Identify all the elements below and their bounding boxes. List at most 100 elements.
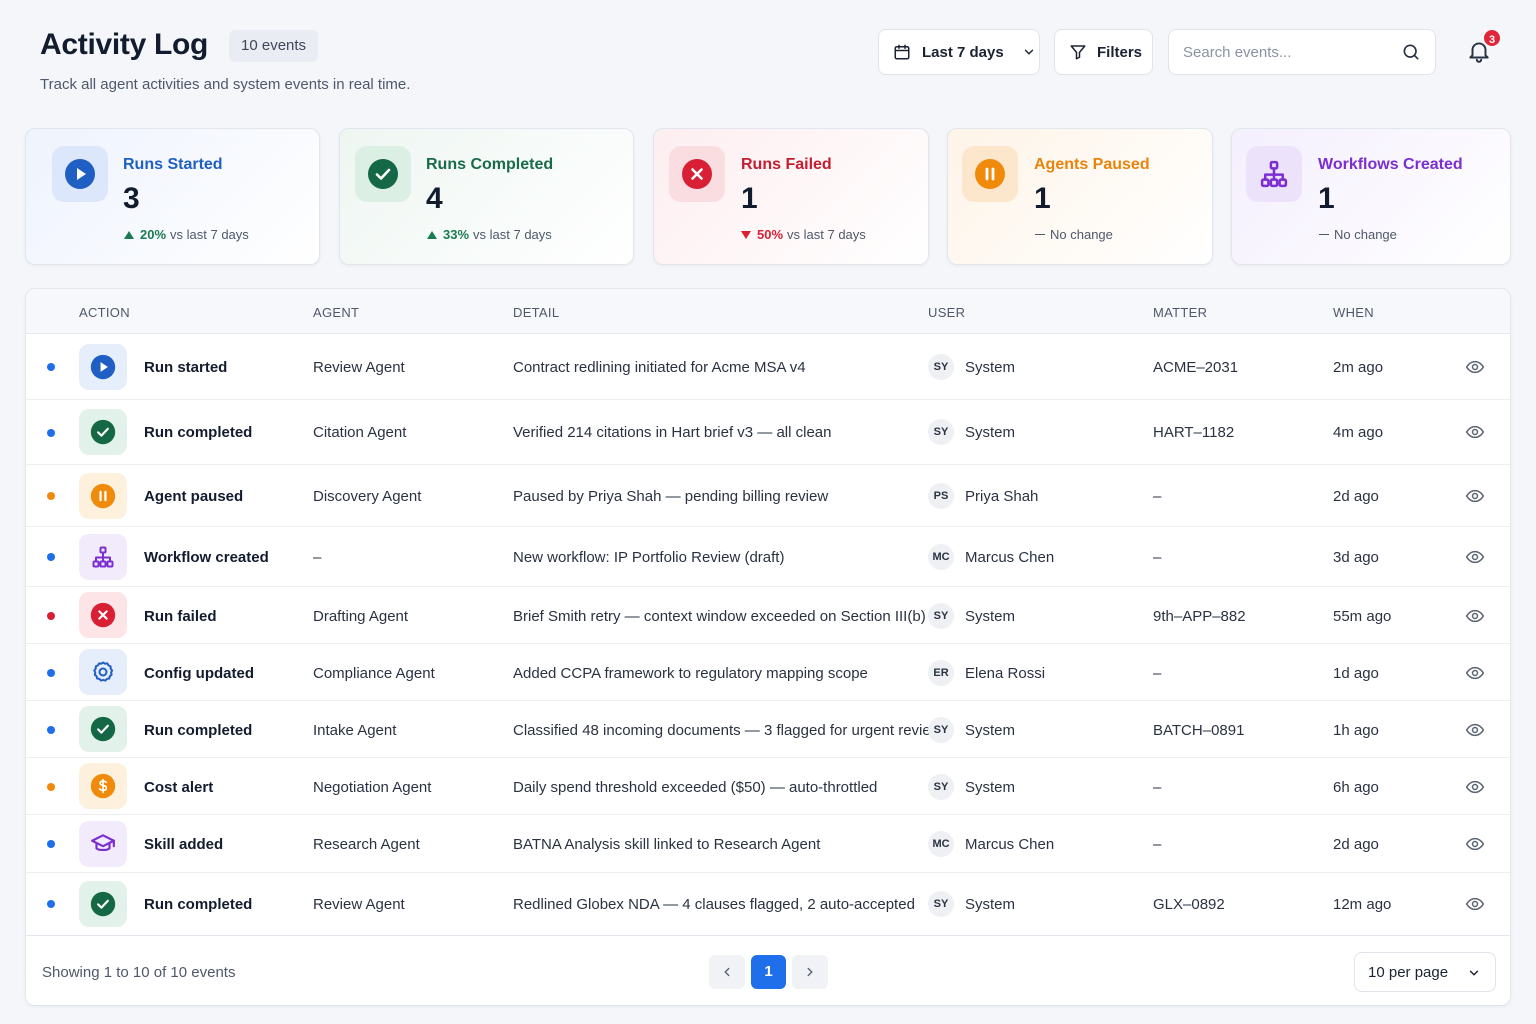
page-button-current[interactable]: 1 <box>751 955 786 989</box>
stat-cards: Runs Started 3 20% vs last 7 days Runs Co… <box>25 128 1511 265</box>
status-dot <box>47 429 55 437</box>
search-icon[interactable] <box>1401 42 1421 62</box>
next-page-button[interactable] <box>792 955 828 989</box>
graduation-cap-icon <box>79 821 127 867</box>
date-range-label: Last 7 days <box>922 43 1004 61</box>
search-input[interactable] <box>1183 30 1383 74</box>
avatar: MC <box>928 544 954 570</box>
row-when: 6h ago <box>1333 779 1379 796</box>
play-icon <box>79 344 127 390</box>
stat-title: Workflows Created <box>1318 156 1463 173</box>
stat-value: 1 <box>1034 182 1051 215</box>
row-user: Marcus Chen <box>965 836 1055 853</box>
workflow-icon <box>1246 146 1302 202</box>
stat-trend: 20% vs last 7 days <box>124 227 249 242</box>
table-row[interactable]: Workflow created – New workflow: IP Port… <box>26 527 1510 587</box>
table-row[interactable]: Run started Review Agent Contract redlin… <box>26 334 1510 400</box>
stat-card-agents-paused[interactable]: Agents Paused 1 No change <box>947 128 1213 265</box>
row-user: System <box>965 424 1016 441</box>
table-row[interactable]: Cost alert Negotiation Agent Daily spend… <box>26 758 1510 815</box>
row-detail: Brief Smith retry — context window excee… <box>513 608 926 625</box>
date-range-dropdown[interactable]: Last 7 days <box>878 29 1040 75</box>
avatar: ER <box>928 660 954 686</box>
check-circle-icon <box>79 881 127 927</box>
column-header-detail[interactable]: DETAIL <box>513 305 559 320</box>
row-matter: – <box>1153 779 1162 796</box>
pause-circle-icon <box>79 473 127 519</box>
eye-icon[interactable] <box>1465 422 1485 442</box>
avatar: PS <box>928 483 954 509</box>
table-row[interactable]: Run completed Review Agent Redlined Glob… <box>26 873 1510 935</box>
stat-card-runs-completed[interactable]: Runs Completed 4 33% vs last 7 days <box>339 128 634 265</box>
table-row[interactable]: Run completed Citation Agent Verified 21… <box>26 400 1510 465</box>
row-when: 2d ago <box>1333 836 1379 853</box>
table-row[interactable]: Run completed Intake Agent Classified 48… <box>26 701 1510 758</box>
play-icon <box>52 146 108 202</box>
table-row[interactable]: Agent paused Discovery Agent Paused by P… <box>26 465 1510 527</box>
avatar: SY <box>928 354 954 380</box>
page-title: Activity Log <box>40 28 209 61</box>
no-change-dash-icon <box>1319 233 1329 236</box>
row-matter: GLX–0892 <box>1153 896 1225 913</box>
chevron-right-icon <box>807 967 813 977</box>
notifications-button[interactable]: 3 <box>1466 28 1502 66</box>
avatar: SY <box>928 774 954 800</box>
eye-icon[interactable] <box>1465 663 1485 683</box>
status-dot <box>47 726 55 734</box>
table-row[interactable]: Skill added Research Agent BATNA Analysi… <box>26 815 1510 873</box>
column-header-agent[interactable]: AGENT <box>313 305 359 320</box>
row-user: System <box>965 608 1016 625</box>
eye-icon[interactable] <box>1465 894 1485 914</box>
pause-circle-icon <box>962 146 1018 202</box>
column-header-when[interactable]: WHEN <box>1333 305 1374 320</box>
stat-trend: No change <box>1035 227 1113 242</box>
stat-card-runs-failed[interactable]: Runs Failed 1 50% vs last 7 days <box>653 128 929 265</box>
filters-button[interactable]: Filters <box>1054 29 1153 75</box>
x-circle-icon <box>79 592 127 638</box>
pagination-summary: Showing 1 to 10 of 10 events <box>42 964 236 981</box>
eye-icon[interactable] <box>1465 720 1485 740</box>
row-action: Cost alert <box>144 779 214 796</box>
table-footer: Showing 1 to 10 of 10 events 1 10 per pa… <box>26 935 1510 1005</box>
eye-icon[interactable] <box>1465 357 1485 377</box>
column-header-user[interactable]: USER <box>928 305 965 320</box>
row-action: Run completed <box>144 424 253 441</box>
row-when: 55m ago <box>1333 608 1392 625</box>
column-header-action[interactable]: ACTION <box>79 305 130 320</box>
prev-page-button[interactable] <box>709 955 745 989</box>
row-matter: – <box>1153 665 1162 682</box>
activity-table: ACTION AGENT DETAIL USER MATTER WHEN Run… <box>25 288 1511 1006</box>
eye-icon[interactable] <box>1465 834 1485 854</box>
per-page-select[interactable]: 10 per page <box>1354 952 1496 992</box>
stat-value: 3 <box>123 182 140 215</box>
check-circle-icon <box>79 409 127 455</box>
filter-icon <box>1070 45 1086 60</box>
table-header: ACTION AGENT DETAIL USER MATTER WHEN <box>26 289 1510 334</box>
avatar: MC <box>928 831 954 857</box>
row-when: 4m ago <box>1333 424 1384 441</box>
row-detail: Paused by Priya Shah — pending billing r… <box>513 488 829 505</box>
row-action: Config updated <box>144 665 254 682</box>
eye-icon[interactable] <box>1465 777 1485 797</box>
row-user: System <box>965 896 1016 913</box>
table-row[interactable]: Config updated Compliance Agent Added CC… <box>26 644 1510 701</box>
eye-icon[interactable] <box>1465 547 1485 567</box>
eye-icon[interactable] <box>1465 606 1485 626</box>
row-agent: Negotiation Agent <box>313 779 432 796</box>
row-matter: BATCH–0891 <box>1153 722 1245 739</box>
eye-icon[interactable] <box>1465 486 1485 506</box>
row-action: Run failed <box>144 608 217 625</box>
avatar: SY <box>928 891 954 917</box>
stat-title: Runs Failed <box>741 156 832 173</box>
stat-title: Runs Completed <box>426 156 554 173</box>
row-user: Priya Shah <box>965 488 1039 505</box>
row-detail: Added CCPA framework to regulatory mappi… <box>513 665 868 682</box>
row-action: Skill added <box>144 836 224 853</box>
column-header-matter[interactable]: MATTER <box>1153 305 1207 320</box>
table-row[interactable]: Run failed Drafting Agent Brief Smith re… <box>26 587 1510 644</box>
stat-card-runs-started[interactable]: Runs Started 3 20% vs last 7 days <box>25 128 320 265</box>
status-dot <box>47 783 55 791</box>
avatar: SY <box>928 717 954 743</box>
status-dot <box>47 840 55 848</box>
stat-card-workflows-created[interactable]: Workflows Created 1 No change <box>1231 128 1511 265</box>
